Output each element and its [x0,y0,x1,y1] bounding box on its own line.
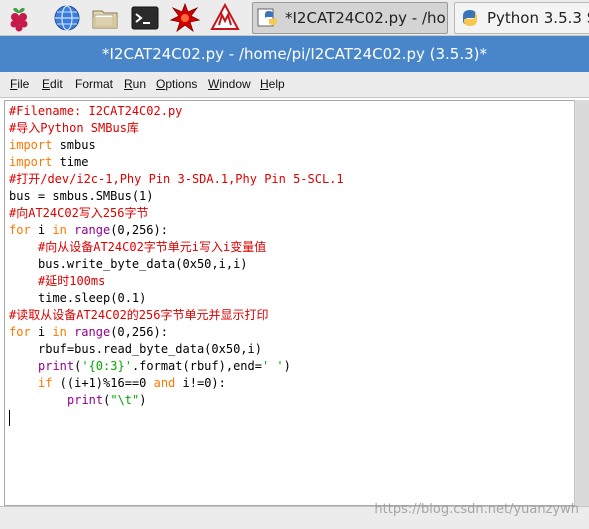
code-token-plain: i [30,223,53,237]
code-line[interactable] [9,409,344,426]
code-token-kw: in [52,223,67,237]
code-token-plain: ) [283,359,291,373]
menu-options[interactable]: Options [156,77,197,91]
code-line[interactable]: #打开/dev/i2c-1,Phy Pin 3-SDA.1,Phy Pin 5-… [9,171,344,188]
file-manager-folder-icon[interactable] [90,3,120,33]
code-token-plain: (0,256): [110,325,168,339]
code-line[interactable]: print("\t") [9,392,344,409]
code-token-kw: in [52,325,67,339]
code-token-str: '{0:3}' [81,359,132,373]
code-token-plain: time [52,155,89,169]
code-line[interactable]: for i in range(0,256): [9,324,344,341]
code-line[interactable]: import time [9,154,344,171]
code-token-comment: #打开/dev/i2c-1,Phy Pin 3-SDA.1,Phy Pin 5-… [9,172,344,186]
code-token-str: ' ' [261,359,284,373]
code-token-kw: import [9,138,53,152]
code-token-kw: if [38,376,53,390]
code-line[interactable]: #读取从设备AT24C02的256字节单元并显示打印 [9,307,344,324]
task-button-idle-editor[interactable]: *I2CAT24C02.py - /home/pi/I2CAT24C02.py … [252,2,448,34]
code-line[interactable]: print('{0:3}'.format(rbuf),end=' ') [9,358,344,375]
code-token-comment: #向AT24C02写入256字节 [9,206,149,220]
taskbar: *I2CAT24C02.py - /home/pi/I2CAT24C02.py … [0,0,589,36]
code-token-plain: rbuf=bus.read_byte_data(0x50,i) [38,342,262,356]
code-token-plain: i!=0): [175,376,226,390]
code-token-plain: time.sleep(0.1) [38,291,147,305]
code-editor[interactable]: #Filename: I2CAT24C02.py #导入Python SMBus库… [4,100,575,506]
watermark: https://blog.csdn.net/yuanzywh [374,502,579,517]
code-line[interactable]: #向AT24C02写入256字节 [9,205,344,222]
code-token-plain: .format(rbuf),end= [131,359,262,373]
terminal-icon[interactable] [130,3,160,33]
window-title-bar[interactable]: *I2CAT24C02.py - /home/pi/I2CAT24C02.py … [0,36,589,72]
code-line[interactable]: #导入Python SMBus库 [9,120,344,137]
raspberry-menu-icon[interactable] [4,3,34,33]
code-token-plain: bus = smbus.SMBus(1) [9,189,154,203]
code-token-builtin: range [74,325,111,339]
wolfram-icon[interactable] [210,3,240,33]
code-line[interactable]: #Filename: I2CAT24C02.py [9,103,344,120]
task-label: *I2CAT24C02.py - /home/pi/I2CAT24C02.py … [285,9,447,27]
code-token-kw: for [9,325,31,339]
code-token-plain: i [30,325,53,339]
code-line[interactable]: for i in range(0,256): [9,222,344,239]
code-line[interactable]: bus.write_byte_data(0x50,i,i) [9,256,344,273]
web-browser-globe-icon[interactable] [52,3,82,33]
python-icon [463,10,477,26]
code-line[interactable]: time.sleep(0.1) [9,290,344,307]
math-starburst-icon[interactable] [170,3,200,33]
code-token-comment: #延时100ms [38,274,106,288]
code-text[interactable]: #Filename: I2CAT24C02.py #导入Python SMBus库… [9,103,344,426]
code-token-plain: ) [139,393,147,407]
code-line[interactable]: rbuf=bus.read_byte_data(0x50,i) [9,341,344,358]
code-token-kw: for [9,223,31,237]
code-token-kw: and [153,376,176,390]
menu-file[interactable]: File [10,77,29,91]
code-token-comment: #向从设备AT24C02字节单元i写入i变量值 [38,240,267,254]
window-title: *I2CAT24C02.py - /home/pi/I2CAT24C02.py … [102,45,487,63]
code-line[interactable]: import smbus [9,137,344,154]
code-token-plain: (0,256): [110,223,168,237]
code-token-plain: smbus [52,138,96,152]
code-line[interactable]: bus = smbus.SMBus(1) [9,188,344,205]
code-token-str: "\t" [110,393,140,407]
text-caret [9,410,10,426]
menu-edit[interactable]: Edit [42,77,63,91]
code-token-comment: #导入Python SMBus库 [9,121,139,135]
vertical-scrollbar[interactable] [574,100,589,506]
code-token-plain: ((i+1)%16==0 [52,376,154,390]
task-label: Python 3.5.3 Shell [487,9,589,27]
code-token-builtin: range [74,223,111,237]
python-icon [257,8,277,27]
code-line[interactable]: #延时100ms [9,273,344,290]
menu-window[interactable]: Window [208,77,251,91]
code-token-comment: #Filename: I2CAT24C02.py [9,104,183,118]
task-button-python-shell[interactable]: Python 3.5.3 Shell [454,2,589,34]
menu-bar: File Edit Format Run Options Window Help [0,72,589,98]
code-line[interactable]: #向从设备AT24C02字节单元i写入i变量值 [9,239,344,256]
code-token-kw: import [9,155,53,169]
code-token-builtin: print [67,393,104,407]
menu-format[interactable]: Format [75,77,113,91]
menu-help[interactable]: Help [260,77,285,91]
code-token-plain: bus.write_byte_data(0x50,i,i) [38,257,248,271]
code-token-comment: #读取从设备AT24C02的256字节单元并显示打印 [9,308,269,322]
code-line[interactable]: if ((i+1)%16==0 and i!=0): [9,375,344,392]
code-token-builtin: print [38,359,75,373]
menu-run[interactable]: Run [124,77,146,91]
